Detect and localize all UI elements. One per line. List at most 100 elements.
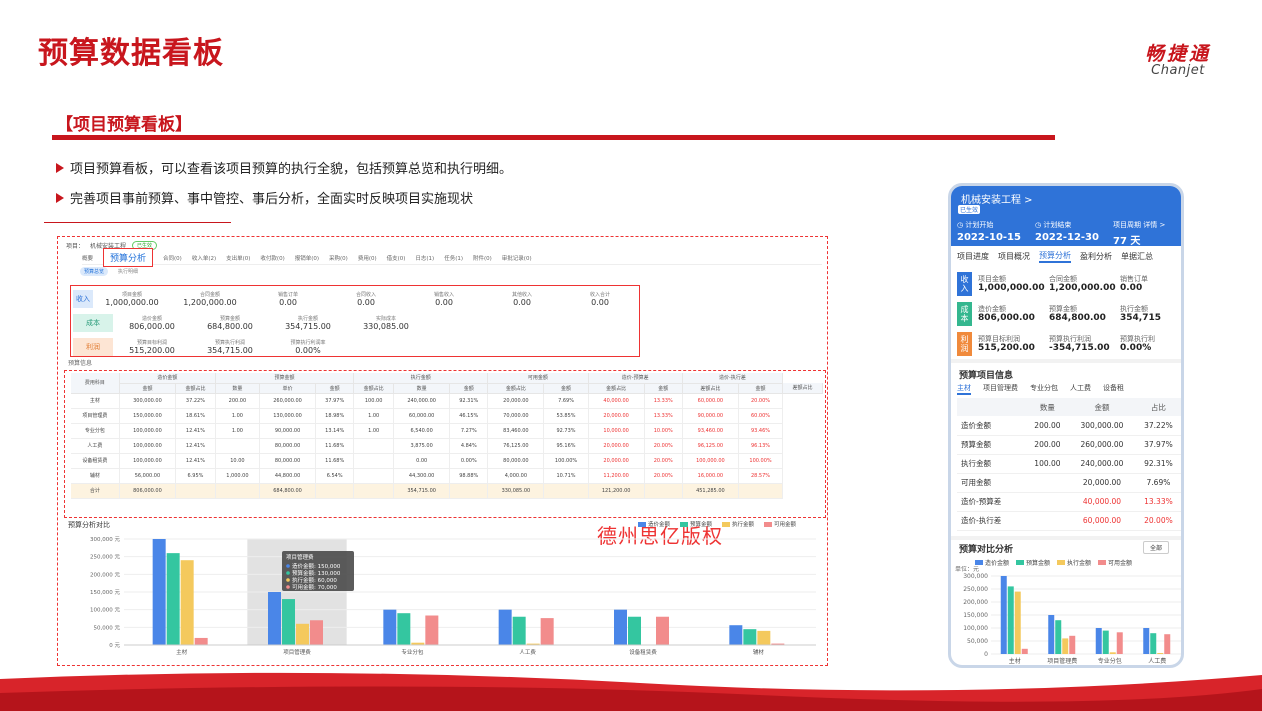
bar[interactable] [1014,591,1021,654]
bar[interactable] [540,618,554,645]
table-row[interactable]: 执行金额 100.00 240,000.00 92.31% [957,454,1181,474]
table-cell: 260,000.00 [1068,435,1136,455]
table-cell: 100,000.00 [119,453,177,469]
tab-item[interactable]: 概要 [82,254,93,262]
bar[interactable] [1102,630,1109,654]
table-row[interactable]: 主材 300,000.00 37.22% 200.00 260,000.00 37.97%… [71,393,823,409]
bar[interactable] [729,625,743,645]
table-cell: 46.15% [449,408,489,424]
table-row[interactable]: 造价-预算差 40,000.00 13.33% [957,492,1181,512]
bar[interactable] [282,599,295,645]
subtab-overview[interactable]: 预算总览 [80,267,109,276]
tab-item[interactable]: 预算分析 [103,248,154,267]
bar[interactable] [1157,652,1164,654]
bar[interactable] [498,609,512,645]
bar[interactable] [656,616,669,645]
mobile-tab[interactable]: 盈利分析 [1080,251,1112,262]
mobile-info-tab[interactable]: 主材 [957,383,971,395]
table-row[interactable]: 专业分包 100,000.00 12.41% 1.00 90,000.00 13.14% 1… [71,423,823,439]
table-cell: 7.69% [543,393,589,409]
bar[interactable] [1150,633,1157,654]
table-cell: 7.27% [449,423,489,439]
summary-value: 806,000.00 [978,313,1035,323]
tab-item[interactable]: 报销单(0) [295,254,319,262]
bar[interactable] [383,609,397,645]
tab-item[interactable]: 支出单(0) [226,254,250,262]
bar[interactable] [614,609,627,645]
bar[interactable] [628,616,641,645]
table-cell [215,438,260,454]
table-cell: 11.68% [315,453,355,469]
mobile-tab[interactable]: 项目进度 [957,251,989,262]
tab-item[interactable]: 附件(0) [473,254,492,262]
table-cell: 预算金额 [957,435,1027,455]
bar[interactable] [1062,638,1069,654]
table-cell: 10.00% [644,423,683,439]
table-group-header: 造价-执行差 [682,373,784,384]
bar[interactable] [1000,576,1007,654]
table-cell: 60.00% [738,408,784,424]
mobile-project-name[interactable]: 机械安装工程 > [961,191,1033,206]
mobile-tab[interactable]: 预算分析 [1039,250,1071,263]
mobile-info-tab[interactable]: 项目管理费 [983,383,1018,395]
bar[interactable] [757,630,771,645]
table-row[interactable]: 造价-执行差 60,000.00 20.00% [957,511,1181,531]
subtab-detail[interactable]: 执行明细 [114,267,142,276]
table-row[interactable]: 设备租赁费 100,000.00 12.41% 10.00 80,000.00 11.68… [71,453,823,469]
chart-all-button[interactable]: 全部 [1143,541,1170,554]
table-cell: 1.00 [215,423,260,439]
tab-item[interactable]: 费用(0) [358,254,377,262]
tab-item[interactable]: 收付款(0) [260,254,284,262]
bar[interactable] [1069,635,1076,654]
detail-link[interactable]: 详情 > [1143,221,1165,229]
summary-value: 0.00 [513,298,531,307]
table-row[interactable]: 可用金额 20,000.00 7.69% [957,473,1181,493]
bar[interactable] [1048,615,1055,654]
bar[interactable] [1021,648,1028,654]
bar[interactable] [1007,586,1014,654]
bar[interactable] [1143,628,1150,654]
y-axis-label: 单位：元 [955,566,979,573]
bar[interactable] [1164,634,1171,654]
tab-item[interactable]: 采购(0) [329,254,348,262]
bar[interactable] [310,620,323,645]
legend-swatch [764,521,773,527]
bar[interactable] [425,615,439,645]
tab-item[interactable]: 合同(0) [163,254,182,262]
table-row[interactable]: 辅材 56,000.00 6.95% 1,000.00 44,800.00 6.54% 44… [71,468,823,484]
bar[interactable] [180,560,194,645]
mobile-tab[interactable]: 项目概况 [998,251,1030,262]
mobile-info-tab[interactable]: 设备租 [1103,383,1124,395]
table-row[interactable]: 造价金额 200.00 300,000.00 37.22% [957,416,1181,436]
table-row[interactable]: 合计 806,000.00 684,800.00 354,715.00 330,085.… [71,483,823,499]
table-row[interactable]: 项目管理费 150,000.00 18.61% 1.00 130,000.00 18.98… [71,408,823,424]
bar[interactable] [1116,632,1123,654]
bar[interactable] [1095,628,1102,654]
mobile-tab[interactable]: 单据汇总 [1121,251,1153,262]
bullet-2: 完善项目事前预算、事中管控、事后分析，全面实时反映项目实施现状 [56,188,473,207]
bar[interactable] [1109,652,1116,654]
bar[interactable] [512,616,526,645]
bar[interactable] [743,629,757,645]
tab-item[interactable]: 借支(0) [387,254,406,262]
summary-cell: 执行金额 354,715.00 [269,316,347,331]
tab-item[interactable]: 日志(1) [415,254,434,262]
bar[interactable] [268,592,281,645]
table-row[interactable]: 人工费 100,000.00 12.41% 80,000.00 11.68% 3,875.… [71,438,823,454]
bar[interactable] [397,613,411,645]
bar[interactable] [194,637,208,645]
table-cell: 人工费 [71,438,120,454]
bar[interactable] [166,553,180,645]
y-tick-label: 100,000 元 [90,607,120,614]
table-row[interactable]: 预算金额 200.00 260,000.00 37.97% [957,435,1181,455]
tab-item[interactable]: 收入单(2) [192,254,216,262]
mobile-info-tab[interactable]: 人工费 [1070,383,1091,395]
tab-item[interactable]: 任务(1) [444,254,463,262]
tab-item[interactable]: 审批记录(0) [502,254,532,262]
y-tick-label: 200,000 元 [90,571,120,578]
bar[interactable] [1055,620,1062,654]
table-cell [738,483,784,499]
bar[interactable] [296,623,309,645]
mobile-info-tab[interactable]: 专业分包 [1030,383,1058,395]
bar[interactable] [152,539,166,645]
